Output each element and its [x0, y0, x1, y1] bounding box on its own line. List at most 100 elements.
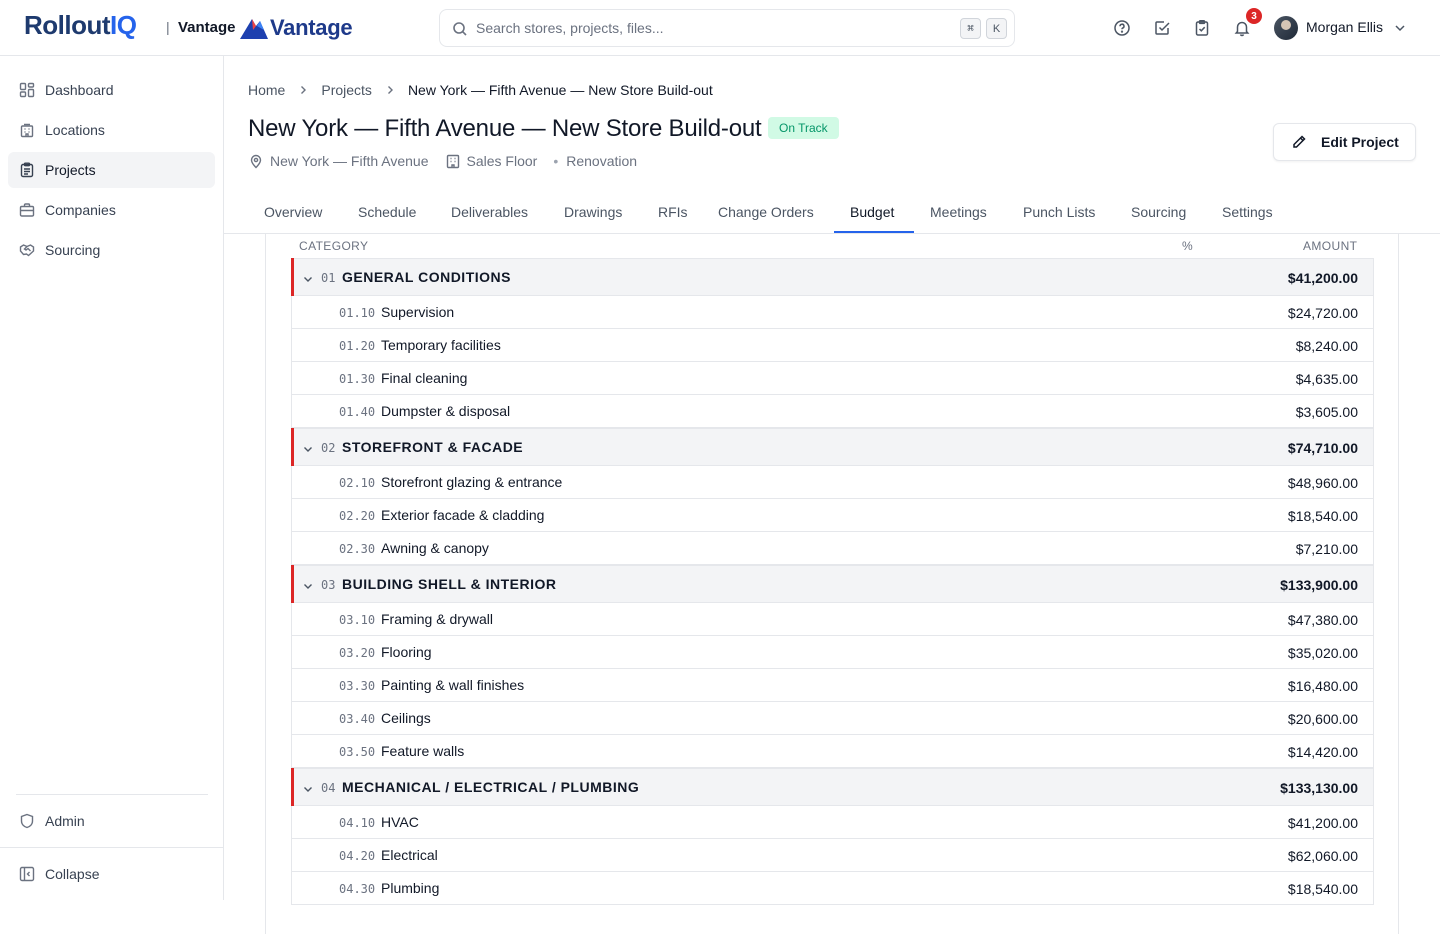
sidebar-item-sourcing[interactable]: Sourcing — [8, 232, 215, 268]
line-name: Feature walls — [381, 743, 465, 759]
search-icon — [453, 22, 467, 36]
chevron-down-icon[interactable] — [302, 782, 314, 800]
breadcrumb-current: New York — Fifth Avenue — New Store Buil… — [407, 82, 713, 98]
search-input[interactable] — [476, 18, 936, 38]
edit-project-button[interactable]: Edit Project — [1273, 123, 1416, 161]
group-amount: $41,200.00 — [1287, 270, 1358, 286]
checklist-button[interactable] — [1192, 18, 1212, 38]
chevron-down-icon[interactable] — [302, 442, 314, 460]
line-code: 03.30 — [339, 679, 376, 693]
budget-group-row[interactable]: 03 BUILDING SHELL & INTERIOR $133,900.00 — [291, 565, 1373, 603]
meta-separator-dot: • — [553, 153, 559, 169]
group-amount: $133,900.00 — [1280, 577, 1358, 593]
budget-line-row[interactable]: 01.30 Final cleaning $4,635.00 — [292, 362, 1373, 395]
tab-meetings[interactable]: Meetings — [930, 190, 987, 234]
tenant-logo: Vantage — [240, 14, 353, 42]
line-name: Dumpster & disposal — [381, 403, 511, 419]
logo-accent: IQ — [110, 10, 137, 40]
project-area-text: Sales Floor — [466, 153, 538, 169]
tab-punch-lists[interactable]: Punch Lists — [1023, 190, 1095, 234]
sidebar-item-locations[interactable]: Locations — [8, 112, 215, 148]
map-pin-icon — [250, 154, 262, 169]
budget-line-row[interactable]: 01.40 Dumpster & disposal $3,605.00 — [292, 395, 1373, 428]
line-code: 03.10 — [339, 613, 376, 627]
line-code: 04.30 — [339, 882, 376, 896]
chevron-down-icon[interactable] — [302, 579, 314, 597]
group-code: 04 — [321, 781, 336, 795]
budget-group-row[interactable]: 02 STOREFRONT & FACADE $74,710.00 — [291, 428, 1373, 466]
sidebar-item-dashboard[interactable]: Dashboard — [8, 72, 215, 108]
line-code: 01.30 — [339, 372, 376, 386]
budget-card: CATEGORY % AMOUNT 01 GENERAL CONDITIONS $4… — [265, 234, 1399, 934]
breadcrumb-projects[interactable]: Projects — [321, 82, 372, 98]
line-code: 02.10 — [339, 476, 376, 490]
line-name: Storefront glazing & entrance — [381, 474, 563, 490]
budget-line-row[interactable]: 02.20 Exterior facade & cladding $18,540.0… — [292, 499, 1373, 532]
breadcrumb-home[interactable]: Home — [248, 82, 285, 98]
sidebar-item-projects[interactable]: Projects — [8, 152, 215, 188]
chevron-down-icon[interactable] — [302, 272, 314, 290]
tab-drawings[interactable]: Drawings — [564, 190, 622, 234]
chevron-down-icon[interactable] — [1392, 20, 1408, 36]
sidebar-item-companies[interactable]: Companies — [8, 192, 215, 228]
line-amount: $47,380.00 — [1287, 612, 1358, 628]
project-location: New York — Fifth Avenue — [248, 153, 429, 169]
tab-rfis[interactable]: RFIs — [658, 190, 688, 234]
line-name: Ceilings — [381, 710, 431, 726]
group-code: 02 — [321, 441, 336, 455]
tab-sourcing[interactable]: Sourcing — [1131, 190, 1186, 234]
line-amount: $4,635.00 — [1295, 371, 1358, 387]
sidebar-divider — [0, 847, 224, 848]
line-code: 02.20 — [339, 509, 376, 523]
tab-change-orders[interactable]: Change Orders — [718, 190, 814, 234]
group-accent-bar — [291, 565, 294, 603]
main-content: Home Projects New York — Fifth Avenue — … — [224, 56, 1440, 934]
avatar[interactable] — [1274, 16, 1298, 40]
tab-budget[interactable]: Budget — [850, 190, 894, 234]
global-search[interactable]: ⌘ K — [439, 9, 1015, 47]
budget-line-row[interactable]: 01.10 Supervision $24,720.00 — [292, 296, 1373, 329]
building-icon — [20, 123, 34, 138]
chevron-right-icon — [297, 84, 309, 96]
budget-line-row[interactable]: 03.50 Feature walls $14,420.00 — [292, 735, 1373, 768]
top-bar: RolloutIQ | Vantage Vantage ⌘ K 3 Morgan… — [0, 0, 1440, 56]
budget-line-row[interactable]: 01.20 Temporary facilities $8,240.00 — [292, 329, 1373, 362]
group-name: STOREFRONT & FACADE — [342, 439, 524, 455]
building-icon — [446, 154, 459, 169]
sidebar-item-admin[interactable]: Admin — [8, 803, 215, 839]
line-code: 03.40 — [339, 712, 376, 726]
budget-line-row[interactable]: 03.10 Framing & drywall $47,380.00 — [292, 603, 1373, 636]
budget-line-row[interactable]: 04.10 HVAC $41,200.00 — [292, 806, 1373, 839]
app-logo[interactable]: RolloutIQ — [24, 10, 137, 41]
shortcut-key-k: K — [986, 18, 1007, 39]
sidebar-item-label: Collapse — [45, 866, 100, 882]
dashboard-icon — [19, 82, 35, 98]
sidebar-item-label: Locations — [45, 122, 105, 138]
tasks-button[interactable] — [1152, 18, 1172, 38]
column-header-category[interactable]: CATEGORY — [299, 234, 368, 258]
edit-project-label: Edit Project — [1321, 134, 1399, 150]
tab-schedule[interactable]: Schedule — [358, 190, 416, 234]
budget-line-row[interactable]: 03.30 Painting & wall finishes $16,480.00 — [292, 669, 1373, 702]
budget-line-row[interactable]: 03.40 Ceilings $20,600.00 — [292, 702, 1373, 735]
tab-deliverables[interactable]: Deliverables — [451, 190, 528, 234]
line-name: Plumbing — [381, 880, 440, 896]
budget-group-row[interactable]: 04 MECHANICAL / ELECTRICAL / PLUMBING $133… — [291, 768, 1373, 806]
budget-line-row[interactable]: 03.20 Flooring $35,020.00 — [292, 636, 1373, 669]
budget-line-row[interactable]: 02.30 Awning & canopy $7,210.00 — [292, 532, 1373, 565]
budget-group-row[interactable]: 01 GENERAL CONDITIONS $41,200.00 — [291, 258, 1373, 296]
tab-settings[interactable]: Settings — [1222, 190, 1273, 234]
group-name: MECHANICAL / ELECTRICAL / PLUMBING — [342, 779, 640, 795]
user-name[interactable]: Morgan Ellis — [1306, 19, 1383, 35]
tab-overview[interactable]: Overview — [264, 190, 322, 234]
column-header-percent[interactable]: % — [1182, 234, 1193, 258]
line-code: 02.30 — [339, 542, 376, 556]
budget-line-row[interactable]: 04.30 Plumbing $18,540.00 — [292, 872, 1373, 905]
page-title: New York — Fifth Avenue — New Store Buil… — [248, 115, 762, 142]
collapse-sidebar-button[interactable]: Collapse — [8, 856, 215, 892]
help-button[interactable] — [1112, 18, 1132, 38]
budget-line-row[interactable]: 02.10 Storefront glazing & entrance $48,96… — [292, 466, 1373, 499]
line-name: Awning & canopy — [381, 540, 489, 556]
column-header-amount[interactable]: AMOUNT — [1303, 234, 1357, 258]
budget-line-row[interactable]: 04.20 Electrical $62,060.00 — [292, 839, 1373, 872]
